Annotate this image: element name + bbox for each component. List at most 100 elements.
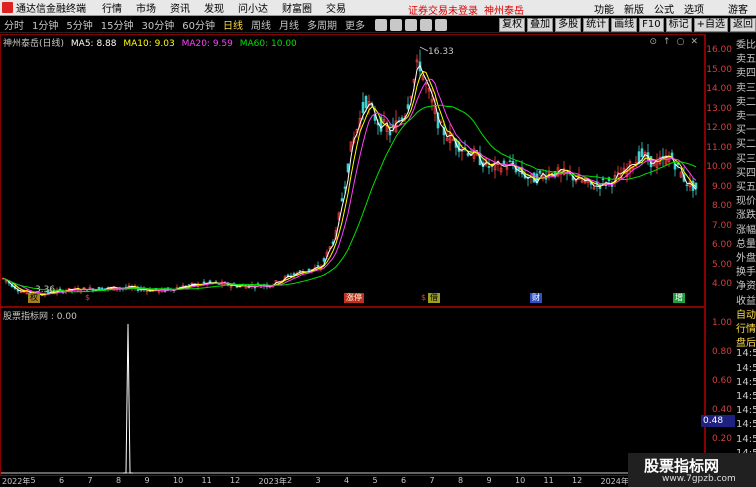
tab-weekly[interactable]: 周线 <box>247 17 275 32</box>
candle-body <box>637 151 641 163</box>
menu-item-wenxiaoda[interactable]: 问小达 <box>238 0 268 15</box>
candle-body <box>298 270 302 272</box>
layout-icon[interactable] <box>389 18 402 31</box>
ma60-label: MA60: 10.00 <box>239 39 297 49</box>
btn-fanhui[interactable]: 返回 <box>730 18 756 32</box>
quote-row: 14:50 <box>736 362 756 374</box>
btn-duogu[interactable]: 多股 <box>555 18 582 32</box>
high-price-label: 16.33 <box>428 47 454 57</box>
login-notice[interactable]: 证券交易未登录 神州泰岳 <box>408 2 524 17</box>
date-tick: 2 <box>287 476 293 485</box>
menu-item-shichang[interactable]: 市场 <box>136 0 156 15</box>
marker-dollar-1[interactable]: $ <box>83 293 92 303</box>
period-toolbar: 分时 1分钟 5分钟 15分钟 30分钟 60分钟 日线 周线 月线 多周期 更… <box>0 17 756 33</box>
indicator-tick: 1.00 <box>711 318 732 328</box>
quote-row: 委比 <box>736 40 756 51</box>
kline-chart[interactable]: 神州泰岳(日线) MA5: 8.88 MA10: 9.03 MA20: 9.59… <box>0 34 705 307</box>
quote-row: 14:50 <box>736 376 756 388</box>
menu-gongneng[interactable]: 功能 <box>594 1 614 16</box>
candlestick-canvas[interactable] <box>1 35 704 306</box>
date-tick: 6 <box>59 476 65 485</box>
menu-item-caifuquan[interactable]: 财富圈 <box>282 0 312 15</box>
chart-up-icon[interactable]: ↑ <box>663 37 671 47</box>
btn-tongji[interactable]: 统计 <box>583 18 610 32</box>
right-menu: 功能 新版 公式 选项 游客 <box>584 1 748 16</box>
high-pointer <box>419 46 429 52</box>
watermark-title: 股票指标网 <box>644 457 720 475</box>
menu-item-zixun[interactable]: 资讯 <box>170 0 190 15</box>
marker-jie[interactable]: 借 <box>428 293 440 303</box>
chart-close-icon[interactable]: ✕ <box>690 37 698 47</box>
menu-item-faxian[interactable]: 发现 <box>204 0 224 15</box>
app-logo-icon <box>2 2 13 13</box>
marker-dollar-2[interactable]: $ <box>419 293 428 303</box>
btn-huaxian[interactable]: 画线 <box>611 18 638 32</box>
ma10-label: MA10: 9.03 <box>123 39 175 49</box>
tab-30min[interactable]: 30分钟 <box>137 17 178 32</box>
quote-row: 外盘 <box>736 253 756 264</box>
chart-circle-icon[interactable]: ○ <box>677 37 685 47</box>
tab-fenshi[interactable]: 分时 <box>0 17 28 32</box>
quote-row: 净资 <box>736 281 756 293</box>
date-axis: 2022年 5 6 7 8 9 10 11 12 2023年 2 3 4 5 6 7 8 9 10 11 12 2024年… <box>0 476 735 487</box>
arrow-left-icon[interactable] <box>419 18 432 31</box>
indicator-chart[interactable]: 股票指标网 : 0.00 <box>0 307 705 476</box>
candle-body <box>388 130 392 136</box>
marker-zhangting[interactable]: 涨停 <box>344 293 364 303</box>
menu-gongshi[interactable]: 公式 <box>654 1 674 16</box>
indicator-canvas[interactable] <box>1 308 704 475</box>
tab-more[interactable]: 更多 <box>341 17 369 32</box>
indicator-legend: 股票指标网 : 0.00 <box>3 312 77 322</box>
btn-f10[interactable]: F10 <box>639 18 664 32</box>
quote-row: 买二 <box>736 139 756 151</box>
candle-body <box>364 96 368 109</box>
watermark-url: www.7gpzb.com <box>662 474 736 484</box>
price-tick: 8.00 <box>711 201 732 211</box>
candle-body <box>286 274 290 277</box>
date-tick: 10 <box>173 476 184 485</box>
date-tick: 5 <box>30 476 36 485</box>
marker-zeng[interactable]: 增 <box>673 293 685 303</box>
trade-login-status[interactable]: 证券交易未登录 <box>408 6 478 17</box>
price-tick: 9.00 <box>711 181 732 192</box>
guest-label[interactable]: 游客 <box>728 1 748 16</box>
candle-body <box>340 198 344 202</box>
candle-body <box>316 265 320 267</box>
btn-biaoji[interactable]: 标记 <box>665 18 692 32</box>
tab-15min[interactable]: 15分钟 <box>97 17 138 32</box>
quote-row: 行情 <box>736 324 756 335</box>
marker-cai[interactable]: 财 <box>530 293 542 303</box>
date-tick: 12 <box>572 476 583 485</box>
date-tick: 2022年 <box>2 477 31 486</box>
quote-row: 收益 <box>736 295 756 307</box>
quote-row: 买一 <box>736 125 756 137</box>
btn-zixuan[interactable]: +自选 <box>693 18 728 32</box>
tab-1min[interactable]: 1分钟 <box>28 17 62 32</box>
price-tick: 6.00 <box>711 240 732 250</box>
btn-diejia[interactable]: 叠加 <box>527 18 554 32</box>
price-tick: 10.00 <box>706 162 732 172</box>
quote-row: 卖三 <box>736 82 756 94</box>
tab-multi-period[interactable]: 多周期 <box>303 17 341 32</box>
tab-monthly[interactable]: 月线 <box>275 17 303 32</box>
settings-icon[interactable] <box>404 18 417 31</box>
chart-zoom-icon[interactable]: ⊙ <box>650 37 658 47</box>
quote-row: 买五 <box>736 182 756 193</box>
menu-xuanxiang[interactable]: 选项 <box>684 1 704 16</box>
indicator-axis: 1.00 0.80 0.60 0.40 0.20 <box>705 307 735 476</box>
btn-fuquan[interactable]: 复权 <box>499 18 526 32</box>
arrow-right-icon[interactable] <box>434 18 447 31</box>
quote-row: 换手 <box>736 267 756 279</box>
tab-daily[interactable]: 日线 <box>219 17 247 32</box>
menu-item-hangqing[interactable]: 行情 <box>102 0 122 15</box>
date-tick: 8 <box>116 476 122 485</box>
menu-xinban[interactable]: 新版 <box>624 1 644 16</box>
quote-panel[interactable]: 委比 卖五 卖四 卖三 卖二 卖一 买一 买二 买三 买四 买五 现价 涨跌 涨幅 总量 外盘 换手 净资 收益 自动… <box>735 34 756 487</box>
tab-60min[interactable]: 60分钟 <box>178 17 219 32</box>
low-price-label: 3.36 <box>35 285 56 295</box>
zoom-icon[interactable] <box>374 18 387 31</box>
date-tick: 4 <box>344 476 350 485</box>
tab-5min[interactable]: 5分钟 <box>62 17 96 32</box>
quote-row: 买三 <box>736 153 756 165</box>
menu-item-jiaoyi[interactable]: 交易 <box>326 0 346 15</box>
